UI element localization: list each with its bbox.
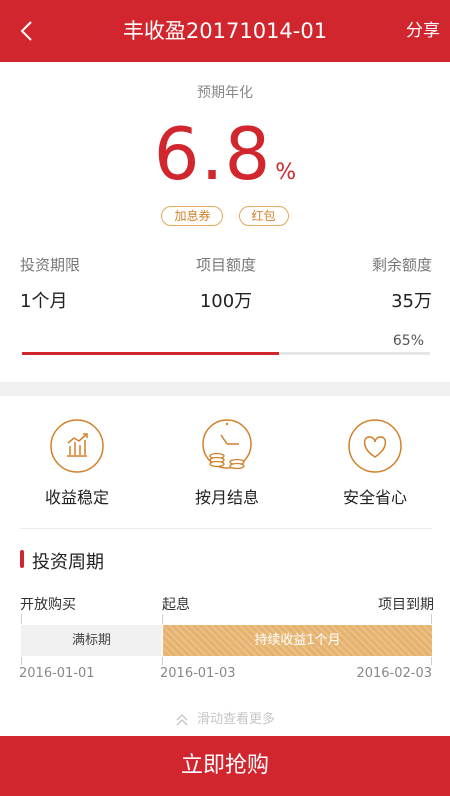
app-header: 丰收盈20171014-01 分享 [0,0,450,62]
progress-fill [22,352,280,355]
timeline-tick [21,614,22,624]
buy-now-button[interactable]: 立即抢购 [0,736,450,796]
stat-label-remaining: 剩余额度 [371,256,432,274]
timeline-phase-earning: 持续收益1个月 [163,625,432,656]
page-title: 丰收盈20171014-01 [122,19,328,43]
rate-display: 6.8% [0,112,450,196]
stat-label-amount: 项目额度 [195,256,256,274]
stats-labels: 投资期限 项目额度 剩余额度 [20,254,432,275]
rate-label: 预期年化 [197,85,253,101]
scroll-more-hint[interactable]: 滑动查看更多 [0,708,450,727]
timeline-phase-fullbid: 满标期 [21,625,162,656]
section-divider [0,382,450,396]
feature-list: 收益稳定 按月结息 安全省心 [0,418,450,518]
timeline-tick [431,657,432,665]
stats-values: 1个月 100万 35万 [20,287,432,313]
bonus-tags: 加息券 红包 [0,205,450,226]
timeline-tick [162,614,163,624]
timeline-tick [431,614,432,624]
timeline-tick [162,657,163,665]
tag-red-packet: 红包 [238,206,289,226]
rate-value: 6.8 [153,112,272,196]
divider-line [20,528,432,529]
timeline-date-start: 2016-01-03 [160,666,236,681]
chevron-up-icon [176,713,188,725]
stat-label-term: 投资期限 [20,256,81,274]
timeline-label-start: 起息 [162,597,190,613]
section-title: 投资周期 [32,552,104,573]
feature-label: 按月结息 [194,488,259,507]
progress-bar [22,352,430,355]
section-title-marker [20,550,24,568]
share-button[interactable]: 分享 [406,0,440,62]
feature-label: 安全省心 [342,488,407,507]
feature-stable-returns: 收益稳定 [17,418,137,508]
stat-value-term: 1个月 [20,291,68,312]
timeline-label-open: 开放购买 [20,597,76,613]
stat-value-amount: 100万 [199,291,253,312]
tag-interest-coupon: 加息券 [161,206,224,226]
stat-value-remaining: 35万 [391,291,432,312]
chart-icon [50,419,104,473]
timeline-label-end: 项目到期 [378,597,434,613]
timeline-date-open: 2016-01-01 [19,666,95,681]
scroll-more-text: 滑动查看更多 [196,712,275,727]
feature-monthly-interest: 按月结息 [167,418,287,508]
clock-coins-icon [202,419,252,470]
timeline-date-end: 2016-02-03 [356,666,432,681]
progress-percent: 65% [392,333,424,349]
feature-label: 收益稳定 [44,488,109,507]
heart-icon [348,419,402,473]
rate-unit: % [275,160,297,185]
feature-safe: 安全省心 [315,418,435,508]
timeline-tick [21,657,22,665]
